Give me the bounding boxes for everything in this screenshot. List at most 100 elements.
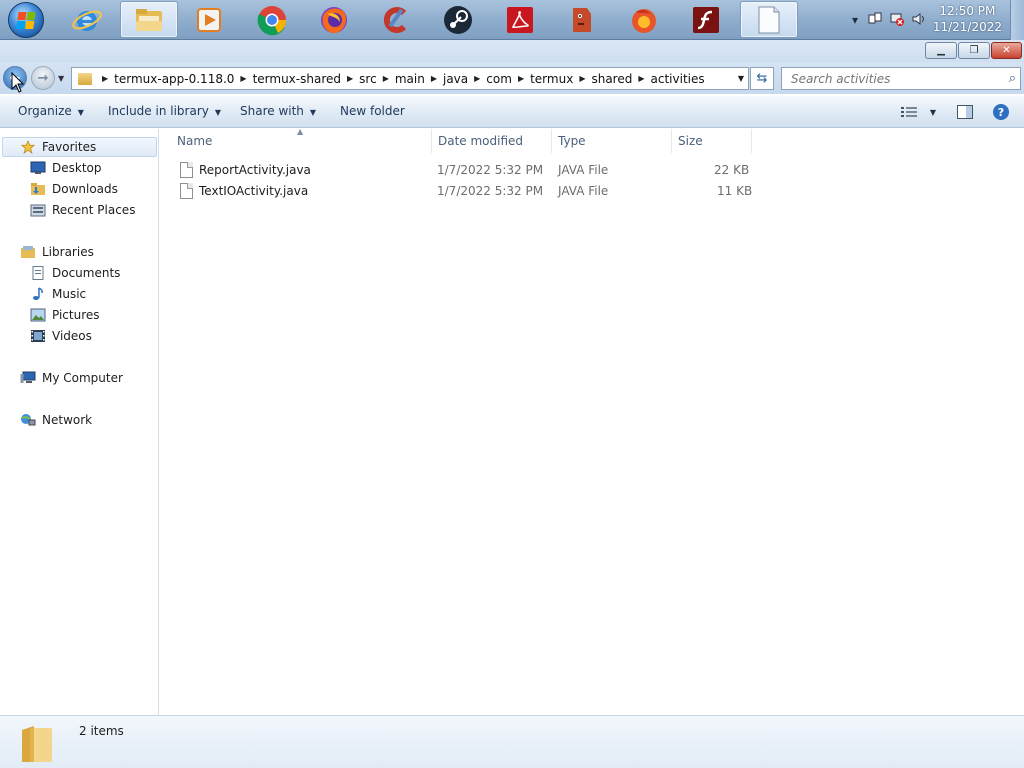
help-icon: ? xyxy=(993,104,1009,120)
help-button[interactable]: ? xyxy=(991,102,1011,122)
breadcrumb-item[interactable]: activities xyxy=(651,72,705,86)
nav-downloads[interactable]: Downloads xyxy=(30,179,118,199)
show-desktop-button[interactable] xyxy=(1010,0,1024,40)
mouse-cursor-icon xyxy=(11,72,25,93)
chevron-right-icon[interactable]: ▶ xyxy=(638,74,644,83)
refresh-button[interactable]: ⇆ xyxy=(750,67,774,90)
nav-videos-label: Videos xyxy=(52,329,92,343)
nav-recent-places[interactable]: Recent Places xyxy=(30,200,135,220)
computer-icon xyxy=(20,371,36,383)
view-options-button[interactable] xyxy=(899,102,919,122)
chevron-right-icon[interactable]: ▶ xyxy=(518,74,524,83)
search-box: ⌕ xyxy=(781,67,1021,90)
items-count: 2 items xyxy=(79,724,124,738)
taskbar-ghost-app[interactable] xyxy=(553,1,611,38)
file-row[interactable]: ReportActivity.java 1/7/2022 5:32 PM JAV… xyxy=(172,159,762,180)
folder-icon xyxy=(78,72,92,85)
taskbar-firefox[interactable] xyxy=(305,1,363,38)
breadcrumb-item[interactable]: src xyxy=(359,72,377,86)
nav-music[interactable]: Music xyxy=(30,284,86,304)
nav-documents[interactable]: Documents xyxy=(30,263,120,283)
forward-button[interactable]: → xyxy=(31,66,55,90)
ccleaner-icon xyxy=(383,6,407,33)
close-icon: ✕ xyxy=(1002,45,1011,56)
music-icon xyxy=(33,287,43,300)
new-folder-label: New folder xyxy=(340,104,405,118)
taskbar-media-player[interactable] xyxy=(180,1,238,38)
taskbar-flash-player[interactable] xyxy=(677,1,735,38)
column-header-type-label: Type xyxy=(558,134,586,148)
chevron-right-icon[interactable]: ▶ xyxy=(431,74,437,83)
nav-network[interactable]: Network xyxy=(20,410,92,430)
chevron-right-icon[interactable]: ▶ xyxy=(102,74,108,83)
column-header-type[interactable]: Type xyxy=(552,129,672,153)
taskbar-internet-explorer[interactable] xyxy=(58,1,116,38)
nav-computer[interactable]: My Computer xyxy=(20,368,123,388)
clock[interactable]: 12:50 PM 11/21/2022 xyxy=(933,3,1002,35)
address-bar[interactable]: ▶ termux-app-0.118.0 ▶ termux-shared ▶ s… xyxy=(71,67,749,90)
column-header-date-modified-label: Date modified xyxy=(438,134,524,148)
breadcrumb-item[interactable]: shared xyxy=(591,72,632,86)
breadcrumb-item[interactable]: termux-shared xyxy=(253,72,341,86)
chevron-right-icon[interactable]: ▶ xyxy=(240,74,246,83)
recent-places-icon xyxy=(30,204,46,217)
pictures-icon xyxy=(30,308,46,322)
nav-pictures[interactable]: Pictures xyxy=(30,305,100,325)
breadcrumb-item[interactable]: termux xyxy=(530,72,573,86)
recent-pages-dropdown[interactable]: ▼ xyxy=(58,74,68,83)
restore-button[interactable]: ❐ xyxy=(958,42,990,59)
minimize-icon: ▁ xyxy=(937,45,945,56)
organize-button[interactable]: Organize ▼ xyxy=(18,104,84,118)
chevron-right-icon[interactable]: ▶ xyxy=(383,74,389,83)
address-history-dropdown[interactable]: ▼ xyxy=(738,74,744,83)
preview-pane-icon xyxy=(957,105,973,119)
search-input[interactable] xyxy=(789,70,999,87)
file-name-cell: TextIOActivity.java xyxy=(180,180,308,201)
taskbar-firefox-dev[interactable] xyxy=(615,1,673,38)
flash-player-icon xyxy=(693,6,719,33)
view-dropdown[interactable]: ▼ xyxy=(923,102,943,122)
share-with-button[interactable]: Share with ▼ xyxy=(240,104,316,118)
column-header-date-modified[interactable]: Date modified xyxy=(432,129,552,153)
start-button[interactable] xyxy=(2,0,50,40)
network-error-icon[interactable] xyxy=(890,12,904,26)
breadcrumb-item[interactable]: com xyxy=(486,72,512,86)
breadcrumb-item[interactable]: main xyxy=(395,72,425,86)
column-header-name[interactable]: Name xyxy=(171,129,432,153)
chevron-right-icon[interactable]: ▶ xyxy=(579,74,585,83)
taskbar-ccleaner[interactable] xyxy=(367,1,425,38)
nav-favorites[interactable]: Favorites xyxy=(2,137,157,157)
nav-libraries-label: Libraries xyxy=(42,245,94,259)
breadcrumb-item[interactable]: termux-app-0.118.0 xyxy=(114,72,234,86)
search-icon[interactable]: ⌕ xyxy=(1009,71,1016,86)
nav-desktop[interactable]: Desktop xyxy=(30,158,102,178)
include-in-library-button[interactable]: Include in library ▼ xyxy=(108,104,221,118)
close-button[interactable]: ✕ xyxy=(991,42,1022,59)
minimize-button[interactable]: ▁ xyxy=(925,42,957,59)
breadcrumb-item[interactable]: java xyxy=(443,72,468,86)
preview-pane-button[interactable] xyxy=(955,102,975,122)
column-header-name-label: Name xyxy=(177,134,213,148)
new-folder-button[interactable]: New folder xyxy=(340,104,405,118)
restore-icon: ❐ xyxy=(969,45,979,56)
chevron-right-icon[interactable]: ▶ xyxy=(474,74,480,83)
downloads-folder-icon xyxy=(31,183,45,195)
nav-favorites-label: Favorites xyxy=(42,140,97,154)
file-row[interactable]: TextIOActivity.java 1/7/2022 5:32 PM JAV… xyxy=(172,180,762,201)
firefox-dev-icon xyxy=(632,8,656,33)
taskbar-steam[interactable] xyxy=(429,1,487,38)
taskbar-blank-document[interactable] xyxy=(740,1,798,38)
taskbar-acrobat[interactable] xyxy=(491,1,549,38)
nav-libraries[interactable]: Libraries xyxy=(20,242,94,262)
column-header-size[interactable]: Size xyxy=(672,129,752,153)
chevron-right-icon[interactable]: ▶ xyxy=(347,74,353,83)
taskbar-chrome[interactable] xyxy=(243,1,301,38)
chevron-up-icon[interactable]: ▾ xyxy=(848,13,862,27)
nav-videos[interactable]: Videos xyxy=(30,326,92,346)
taskbar-windows-explorer[interactable] xyxy=(120,1,178,38)
sync-icon[interactable] xyxy=(868,12,882,26)
nav-network-label: Network xyxy=(42,413,93,427)
volume-icon[interactable] xyxy=(912,12,926,26)
window-titlebar[interactable]: ▁ ❐ ✕ xyxy=(0,40,1024,62)
java-file-icon xyxy=(180,182,193,199)
